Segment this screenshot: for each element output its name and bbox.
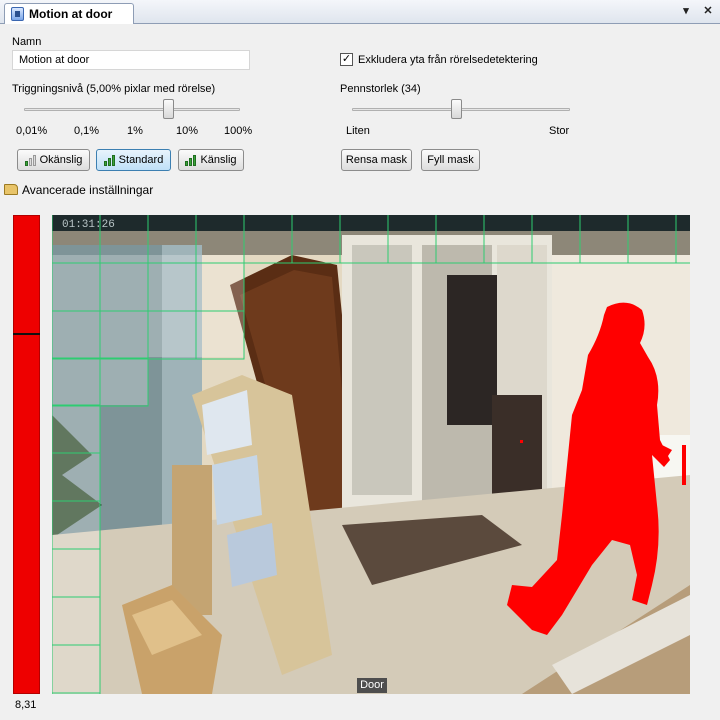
- insensitive-button-label: Okänslig: [39, 154, 83, 166]
- close-icon[interactable]: ✕: [702, 5, 714, 17]
- name-label: Namn: [12, 36, 42, 48]
- trigger-tick-label: 100%: [224, 125, 253, 137]
- tab-motion-at-door[interactable]: Motion at door: [4, 3, 134, 24]
- camera-image: 01:31:26: [52, 215, 690, 694]
- trigger-level-label: Triggningsnivå (5,00% pixlar med rörelse…: [12, 83, 216, 95]
- trigger-tick-label: 0,01%: [16, 125, 48, 137]
- trigger-level-slider[interactable]: [24, 98, 240, 120]
- fill-mask-label: Fyll mask: [427, 154, 474, 166]
- signal-low-icon: [24, 154, 36, 166]
- camera-view[interactable]: 01:31:26: [52, 215, 690, 694]
- clear-mask-button[interactable]: Rensa mask: [341, 149, 412, 171]
- trigger-threshold-marker: [13, 333, 40, 335]
- motion-level-value: 8,31: [15, 699, 37, 711]
- timestamp-text: 01:31:26: [62, 219, 115, 231]
- fill-mask-button[interactable]: Fyll mask: [421, 149, 480, 171]
- clear-mask-label: Rensa mask: [345, 154, 408, 166]
- insensitive-button[interactable]: Okänslig: [17, 149, 90, 171]
- trigger-slider-thumb[interactable]: [163, 99, 174, 119]
- trigger-tick-label: 0,1%: [74, 125, 100, 137]
- signal-medium-icon: [103, 154, 115, 166]
- folder-icon: [4, 184, 18, 195]
- trigger-tick-label: 1%: [127, 125, 143, 137]
- pen-size-label: Pennstorlek (34): [340, 83, 421, 95]
- pen-slider-thumb[interactable]: [451, 99, 462, 119]
- exclude-area-checkbox[interactable]: ✓: [340, 53, 353, 66]
- sensitive-button-label: Känslig: [200, 154, 237, 166]
- signal-high-icon: [185, 154, 197, 166]
- trigger-slider-track: [24, 108, 240, 111]
- pen-size-slider[interactable]: [352, 98, 570, 120]
- motion-level-bar: [13, 215, 40, 694]
- dropdown-arrow-icon[interactable]: ▾: [680, 5, 692, 17]
- trigger-tick-label: 10%: [176, 125, 199, 137]
- pen-min-label: Liten: [346, 125, 370, 137]
- advanced-settings-link[interactable]: Avancerade inställningar: [22, 183, 153, 197]
- tab-title: Motion at door: [29, 7, 113, 21]
- name-input[interactable]: Motion at door: [12, 50, 250, 70]
- tab-strip: Motion at door ▾ ✕: [0, 0, 720, 24]
- camera-icon: [11, 7, 24, 21]
- standard-button-label: Standard: [118, 154, 164, 166]
- exclude-area-label[interactable]: Exkludera yta från rörelsedetektering: [358, 54, 538, 66]
- sensitive-button[interactable]: Känslig: [178, 149, 244, 171]
- camera-name-label: Door: [357, 678, 387, 693]
- standard-button[interactable]: Standard: [96, 149, 171, 171]
- pen-max-label: Stor: [549, 125, 570, 137]
